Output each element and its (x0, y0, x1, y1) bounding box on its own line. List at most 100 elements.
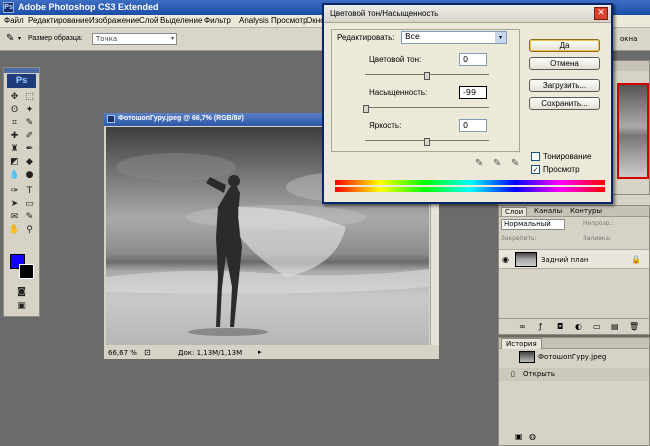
hue-input[interactable]: 0 (459, 53, 487, 66)
history-panel: История ФотошопГуру.jpeg ▯ Открыть ▣ ◍ (498, 337, 650, 446)
adjustment-layer-icon[interactable]: ◐ (575, 322, 582, 331)
history-step[interactable]: ▯ Открыть (499, 368, 649, 381)
lasso-tool-icon[interactable]: ʘ (8, 104, 21, 116)
eyedropper-minus-icon[interactable]: ✎ (511, 158, 519, 169)
delete-layer-icon[interactable]: 🗑 (629, 322, 639, 331)
eyedropper-tool-icon[interactable]: ✎ (6, 33, 14, 44)
shape-tool-icon[interactable]: ▭ (23, 198, 36, 210)
hue-spectrum-bar-bottom (335, 187, 605, 192)
tab-layers[interactable]: Слои (501, 207, 528, 216)
close-icon[interactable]: ✕ (594, 7, 608, 20)
link-layers-icon[interactable]: ∞ (519, 322, 526, 331)
type-tool-icon[interactable]: T (23, 185, 36, 197)
eye-visibility-icon[interactable]: ◉ (502, 255, 509, 264)
menu-image[interactable]: Изображение (89, 16, 139, 25)
hand-tool-icon[interactable]: ✋ (8, 224, 21, 236)
status-info-icon[interactable]: ⊡ (144, 348, 151, 357)
load-button[interactable]: Загрузить... (529, 79, 600, 92)
tab-paths[interactable]: Контуры (567, 207, 605, 215)
tool-preset-arrow-icon[interactable]: ▾ (18, 35, 21, 42)
dialog-title: Цветовой тон/Насыщенность (330, 9, 439, 18)
colorize-checkbox[interactable] (531, 152, 540, 161)
saturation-input[interactable]: -99 (459, 86, 487, 99)
new-document-from-state-icon[interactable]: ▣ (515, 432, 523, 441)
snapshot-name: ФотошопГуру.jpeg (538, 353, 607, 361)
chevron-down-icon: ▾ (495, 32, 506, 43)
healing-tool-icon[interactable]: ✚ (8, 130, 21, 142)
dodge-tool-icon[interactable]: ● (23, 169, 36, 181)
menu-filter[interactable]: Фильтр (204, 16, 231, 25)
cancel-button[interactable]: Отмена (529, 57, 600, 70)
menu-analysis[interactable]: Analysis (239, 16, 269, 25)
stamp-tool-icon[interactable]: ♜ (8, 143, 21, 155)
history-panel-footer: ▣ ◍ (499, 428, 649, 445)
marquee-tool-icon[interactable]: ⬚ (23, 91, 36, 103)
history-step-name: Открыть (523, 370, 555, 378)
new-group-icon[interactable]: ▭ (593, 322, 601, 331)
paint-bucket-tool-icon[interactable]: ◆ (23, 156, 36, 168)
zoom-level[interactable]: 66,67 % (108, 349, 137, 357)
hue-label: Цветовой тон: (369, 55, 422, 64)
blend-mode-select[interactable]: Нормальный (501, 219, 565, 230)
edit-channel-select[interactable]: Все ▾ (401, 31, 507, 44)
workspace-label[interactable]: окна (620, 35, 637, 43)
lock-label: Закрепить: (501, 235, 537, 242)
eraser-tool-icon[interactable]: ◩ (8, 156, 21, 168)
zoom-tool-icon[interactable]: ⚲ (23, 224, 36, 236)
snapshot-thumbnail (519, 351, 535, 363)
pen-tool-icon[interactable]: ✑ (8, 185, 21, 197)
lightness-input[interactable]: 0 (459, 119, 487, 132)
tab-history[interactable]: История (501, 338, 542, 349)
brush-tool-icon[interactable]: ✐ (23, 130, 36, 142)
saturation-slider-thumb[interactable] (362, 105, 369, 113)
layer-mask-icon[interactable]: ◘ (557, 322, 563, 331)
sample-size-select[interactable]: Точка ▾ (92, 33, 177, 45)
menu-layer[interactable]: Слой (139, 16, 158, 25)
menu-select[interactable]: Выделение (160, 16, 202, 25)
history-brush-source-icon[interactable]: ▯ (511, 370, 515, 378)
history-brush-tool-icon[interactable]: ✒ (23, 143, 36, 155)
menu-edit[interactable]: Редактирование (28, 16, 89, 25)
save-button[interactable]: Сохранить... (529, 97, 600, 110)
screen-mode-icon[interactable]: ▣ (15, 300, 28, 312)
navigator-preview[interactable] (617, 83, 649, 179)
notes-tool-icon[interactable]: ✉ (8, 211, 21, 223)
document-title: ФотошопГуру.jpeg @ 66,7% (RGB/8#) (118, 115, 244, 122)
layers-panel-footer: ∞ ƒ ◘ ◐ ▭ ▤ 🗑 (499, 318, 649, 334)
app-title: Adobe Photoshop CS3 Extended (18, 2, 159, 12)
new-layer-icon[interactable]: ▤ (611, 322, 619, 331)
document-size-info: Док: 1,13M/1,13M (178, 349, 243, 357)
lock-icon: 🔒 (631, 255, 641, 264)
preview-check-mark: ✓ (532, 166, 539, 174)
layer-row[interactable]: ◉ Задний план 🔒 (499, 249, 649, 269)
eyedropper-plus-icon[interactable]: ✎ (493, 158, 501, 169)
quick-mask-icon[interactable]: ◙ (15, 286, 28, 298)
eyedropper-tool-icon[interactable]: ✎ (23, 117, 36, 129)
background-color-swatch[interactable] (19, 264, 34, 279)
toolbox-header[interactable] (4, 68, 39, 73)
layer-style-icon[interactable]: ƒ (539, 322, 542, 331)
layer-name: Задний план (541, 256, 589, 264)
crop-tool-icon[interactable]: ⌗ (8, 117, 21, 129)
magic-wand-tool-icon[interactable]: ✦ (23, 104, 36, 116)
preview-checkbox[interactable]: ✓ (531, 165, 540, 174)
history-snapshot[interactable]: ФотошопГуру.jpeg (499, 350, 649, 366)
lightness-label: Яркость: (369, 121, 402, 130)
move-tool-icon[interactable]: ✥ (8, 91, 21, 103)
saturation-slider-track[interactable] (365, 102, 489, 108)
lightness-slider-thumb[interactable] (424, 138, 430, 146)
dialog-title-bar[interactable]: Цветовой тон/Насыщенность ✕ (324, 5, 611, 23)
eyedropper-icon[interactable]: ✎ (475, 158, 483, 169)
hue-slider-thumb[interactable] (424, 72, 430, 80)
tab-channels[interactable]: Каналы (531, 207, 565, 215)
document-icon (107, 115, 115, 123)
ok-button[interactable]: Да (529, 39, 600, 52)
path-selection-tool-icon[interactable]: ➤ (8, 198, 21, 210)
camera-snapshot-icon[interactable]: ◍ (529, 432, 536, 441)
status-arrow-icon[interactable]: ▸ (258, 348, 262, 356)
menu-file[interactable]: Файл (4, 16, 24, 25)
menu-view[interactable]: Просмотр (271, 16, 308, 25)
eyedropper-2-tool-icon[interactable]: ✎ (23, 211, 36, 223)
blur-tool-icon[interactable]: 💧 (8, 169, 21, 181)
opacity-label: Непрозр.: (583, 220, 614, 227)
